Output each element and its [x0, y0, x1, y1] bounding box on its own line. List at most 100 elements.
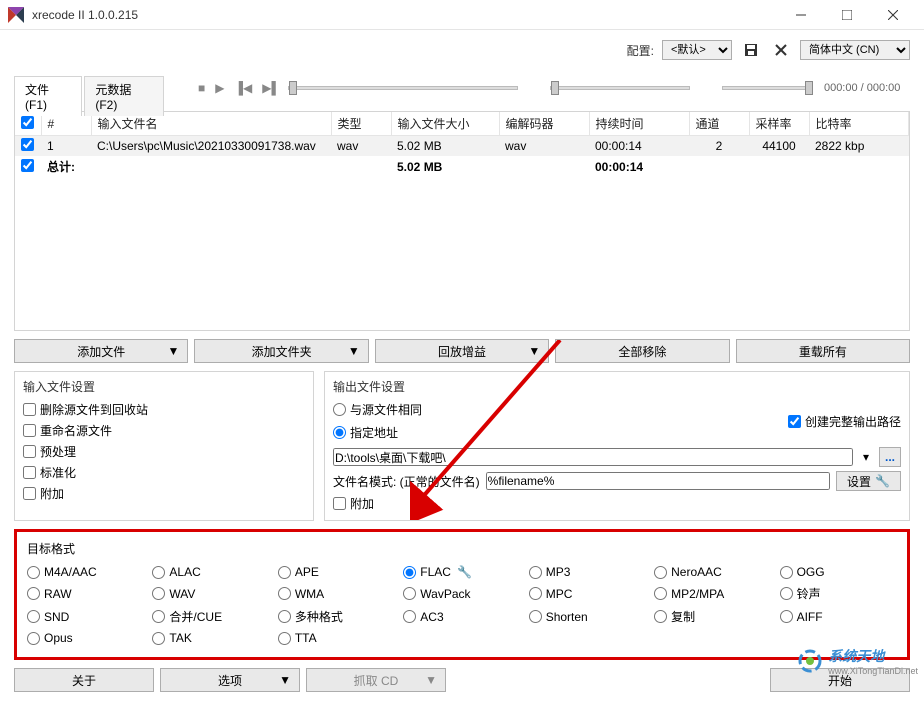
- row-checkbox[interactable]: [21, 138, 34, 151]
- output-attach-checkbox[interactable]: [333, 497, 346, 510]
- format-option-raw[interactable]: RAW: [27, 585, 144, 602]
- remove-all-button[interactable]: 全部移除: [555, 339, 729, 363]
- format-option-neroaac[interactable]: NeroAAC: [654, 565, 771, 579]
- format-radio[interactable]: [529, 587, 542, 600]
- language-select[interactable]: 简体中文 (CN): [800, 40, 910, 60]
- about-button[interactable]: 关于: [14, 668, 154, 692]
- format-radio[interactable]: [152, 632, 165, 645]
- format-option-snd[interactable]: SND: [27, 608, 144, 625]
- format-option--[interactable]: 复制: [654, 608, 771, 625]
- format-radio[interactable]: [529, 610, 542, 623]
- add-folder-button[interactable]: 添加文件夹▼: [194, 339, 368, 363]
- format-option-m4a-aac[interactable]: M4A/AAC: [27, 565, 144, 579]
- format-radio[interactable]: [780, 610, 793, 623]
- output-path-input[interactable]: [333, 448, 853, 466]
- next-icon[interactable]: ▶▌: [260, 81, 282, 95]
- maximize-button[interactable]: [824, 0, 870, 30]
- format-option-ogg[interactable]: OGG: [780, 565, 897, 579]
- format-option-alac[interactable]: ALAC: [152, 565, 269, 579]
- table-row[interactable]: 1 C:\Users\pc\Music\20210330091738.wav w…: [15, 136, 909, 157]
- col-channels[interactable]: 通道: [689, 112, 749, 136]
- delete-to-recycle-checkbox[interactable]: [23, 403, 36, 416]
- format-radio[interactable]: [278, 566, 291, 579]
- filename-pattern-input[interactable]: [486, 472, 830, 490]
- input-attach-checkbox[interactable]: [23, 487, 36, 500]
- format-radio[interactable]: [654, 566, 667, 579]
- create-full-path-checkbox[interactable]: [788, 415, 801, 428]
- chevron-down-icon: ▼: [528, 344, 540, 358]
- format-option-mp3[interactable]: MP3: [529, 565, 646, 579]
- format-option-ape[interactable]: APE: [278, 565, 395, 579]
- format-radio[interactable]: [403, 587, 416, 600]
- format-radio[interactable]: [780, 566, 793, 579]
- preprocess-checkbox[interactable]: [23, 445, 36, 458]
- format-radio[interactable]: [403, 566, 416, 579]
- col-samplerate[interactable]: 采样率: [749, 112, 809, 136]
- reload-all-button[interactable]: 重载所有: [736, 339, 910, 363]
- format-radio[interactable]: [278, 632, 291, 645]
- format-radio[interactable]: [152, 587, 165, 600]
- format-radio[interactable]: [27, 587, 40, 600]
- format-radio[interactable]: [529, 566, 542, 579]
- filename-settings-button[interactable]: 设置🔧: [836, 471, 901, 491]
- total-checkbox[interactable]: [21, 159, 34, 172]
- col-bitrate[interactable]: 比特率: [809, 112, 909, 136]
- format-radio[interactable]: [152, 610, 165, 623]
- format-option-aiff[interactable]: AIFF: [780, 608, 897, 625]
- format-option-tak[interactable]: TAK: [152, 631, 269, 645]
- format-radio[interactable]: [27, 632, 40, 645]
- col-duration[interactable]: 持续时间: [589, 112, 689, 136]
- format-option-ac3[interactable]: AC3: [403, 608, 520, 625]
- stop-icon[interactable]: ■: [196, 81, 207, 95]
- grab-cd-button[interactable]: 抓取 CD▼: [306, 668, 446, 692]
- format-radio[interactable]: [403, 610, 416, 623]
- format-option-mpc[interactable]: MPC: [529, 585, 646, 602]
- balance-slider[interactable]: [550, 86, 690, 90]
- prev-icon[interactable]: ▐◀: [232, 81, 254, 95]
- options-button[interactable]: 选项▼: [160, 668, 300, 692]
- save-icon[interactable]: [740, 40, 762, 60]
- col-type[interactable]: 类型: [331, 112, 391, 136]
- same-as-source-radio[interactable]: [333, 403, 346, 416]
- format-label: 复制: [671, 608, 695, 625]
- rename-source-checkbox[interactable]: [23, 424, 36, 437]
- browse-button[interactable]: ...: [879, 447, 901, 467]
- format-option-wavpack[interactable]: WavPack: [403, 585, 520, 602]
- format-option-wav[interactable]: WAV: [152, 585, 269, 602]
- format-radio[interactable]: [27, 610, 40, 623]
- col-size[interactable]: 输入文件大小: [391, 112, 499, 136]
- replay-gain-button[interactable]: 回放增益▼: [375, 339, 549, 363]
- format-option-shorten[interactable]: Shorten: [529, 608, 646, 625]
- play-icon[interactable]: ▶: [213, 81, 226, 95]
- select-all-checkbox[interactable]: [21, 116, 34, 129]
- specify-path-radio[interactable]: [333, 426, 346, 439]
- wrench-icon[interactable]: 🔧: [457, 565, 472, 579]
- add-file-button[interactable]: 添加文件▼: [14, 339, 188, 363]
- format-radio[interactable]: [278, 587, 291, 600]
- position-slider[interactable]: [288, 86, 518, 90]
- volume-slider[interactable]: [722, 86, 812, 90]
- col-codec[interactable]: 编解码器: [499, 112, 589, 136]
- format-radio[interactable]: [278, 610, 291, 623]
- delete-icon[interactable]: [770, 40, 792, 60]
- format-radio[interactable]: [654, 610, 667, 623]
- format-option-flac[interactable]: FLAC🔧: [403, 565, 520, 579]
- profile-select[interactable]: <默认>: [662, 40, 732, 60]
- total-duration: 00:00:14: [589, 156, 689, 177]
- normalize-checkbox[interactable]: [23, 466, 36, 479]
- format-radio[interactable]: [152, 566, 165, 579]
- format-option-wma[interactable]: WMA: [278, 585, 395, 602]
- format-option-mp2-mpa[interactable]: MP2/MPA: [654, 585, 771, 602]
- tab-files[interactable]: 文件 (F1): [14, 76, 82, 116]
- format-option--[interactable]: 多种格式: [278, 608, 395, 625]
- format-option-tta[interactable]: TTA: [278, 631, 395, 645]
- format-option-opus[interactable]: Opus: [27, 631, 144, 645]
- format-radio[interactable]: [27, 566, 40, 579]
- tab-metadata[interactable]: 元数据 (F2): [84, 76, 164, 116]
- format-option--[interactable]: 铃声: [780, 585, 897, 602]
- format-option--cue[interactable]: 合并/CUE: [152, 608, 269, 625]
- format-radio[interactable]: [780, 587, 793, 600]
- close-button[interactable]: [870, 0, 916, 30]
- minimize-button[interactable]: [778, 0, 824, 30]
- format-radio[interactable]: [654, 587, 667, 600]
